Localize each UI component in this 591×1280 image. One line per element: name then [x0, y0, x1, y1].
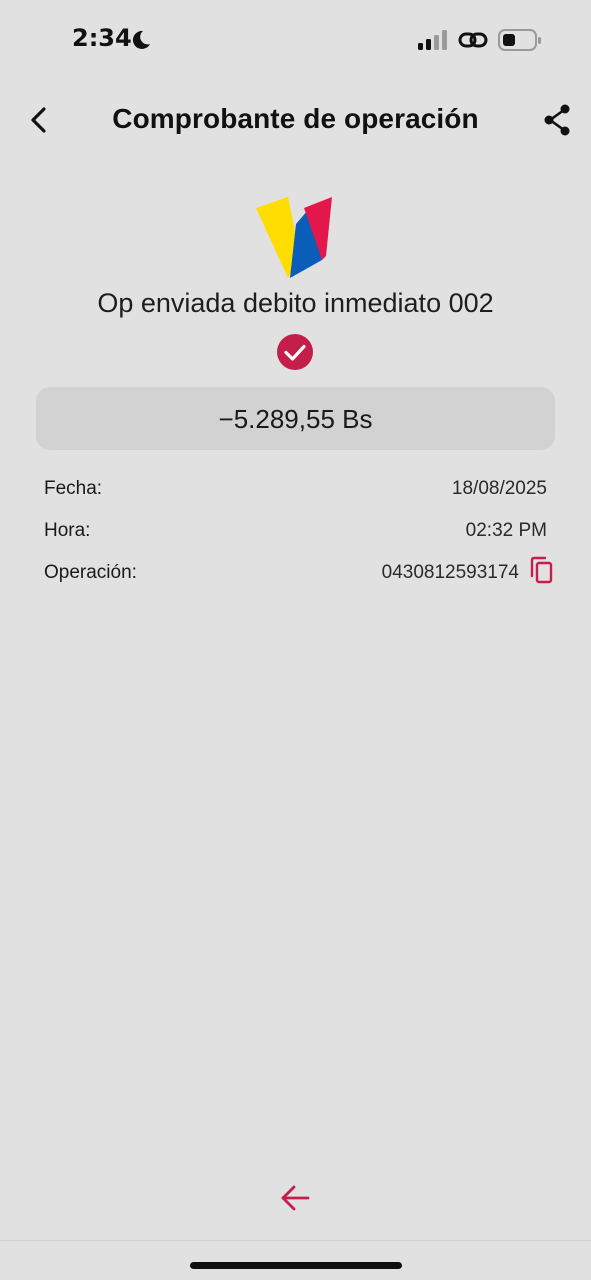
- hora-label: Hora:: [44, 520, 91, 541]
- bottom-divider: [0, 1240, 591, 1241]
- link-icon: [458, 32, 488, 48]
- operacion-label: Operación:: [44, 562, 137, 583]
- home-indicator: [190, 1262, 402, 1269]
- amount-value: −5.289,55 Bs: [218, 404, 373, 434]
- check-circle-icon: [277, 334, 313, 370]
- detail-row-hora: Hora: 02:32 PM: [44, 516, 547, 546]
- fecha-value: 18/08/2025: [451, 478, 547, 499]
- detail-row-operacion: Operación: 0430812593174: [44, 558, 547, 588]
- battery-icon: [498, 29, 541, 51]
- operacion-value: 0430812593174: [381, 562, 519, 583]
- operation-title: Op enviada debito inmediato 002: [97, 288, 494, 318]
- detail-row-fecha: Fecha: 18/08/2025: [44, 474, 547, 504]
- bank-logo: [256, 197, 332, 278]
- signal-icon: [418, 30, 447, 50]
- header: Comprobante de operación: [0, 86, 591, 154]
- hora-value: 02:32 PM: [465, 520, 547, 541]
- status-bar: 2:34: [0, 0, 591, 80]
- amount-box: −5.289,55 Bs: [36, 387, 555, 450]
- status-time: 2:34: [72, 24, 132, 52]
- arrow-left-icon[interactable]: [278, 1181, 312, 1215]
- page-title: Comprobante de operación: [112, 103, 479, 134]
- share-button[interactable]: [540, 102, 576, 138]
- fecha-label: Fecha:: [44, 478, 103, 499]
- moon-icon: [132, 30, 150, 49]
- copy-icon[interactable]: [528, 556, 554, 584]
